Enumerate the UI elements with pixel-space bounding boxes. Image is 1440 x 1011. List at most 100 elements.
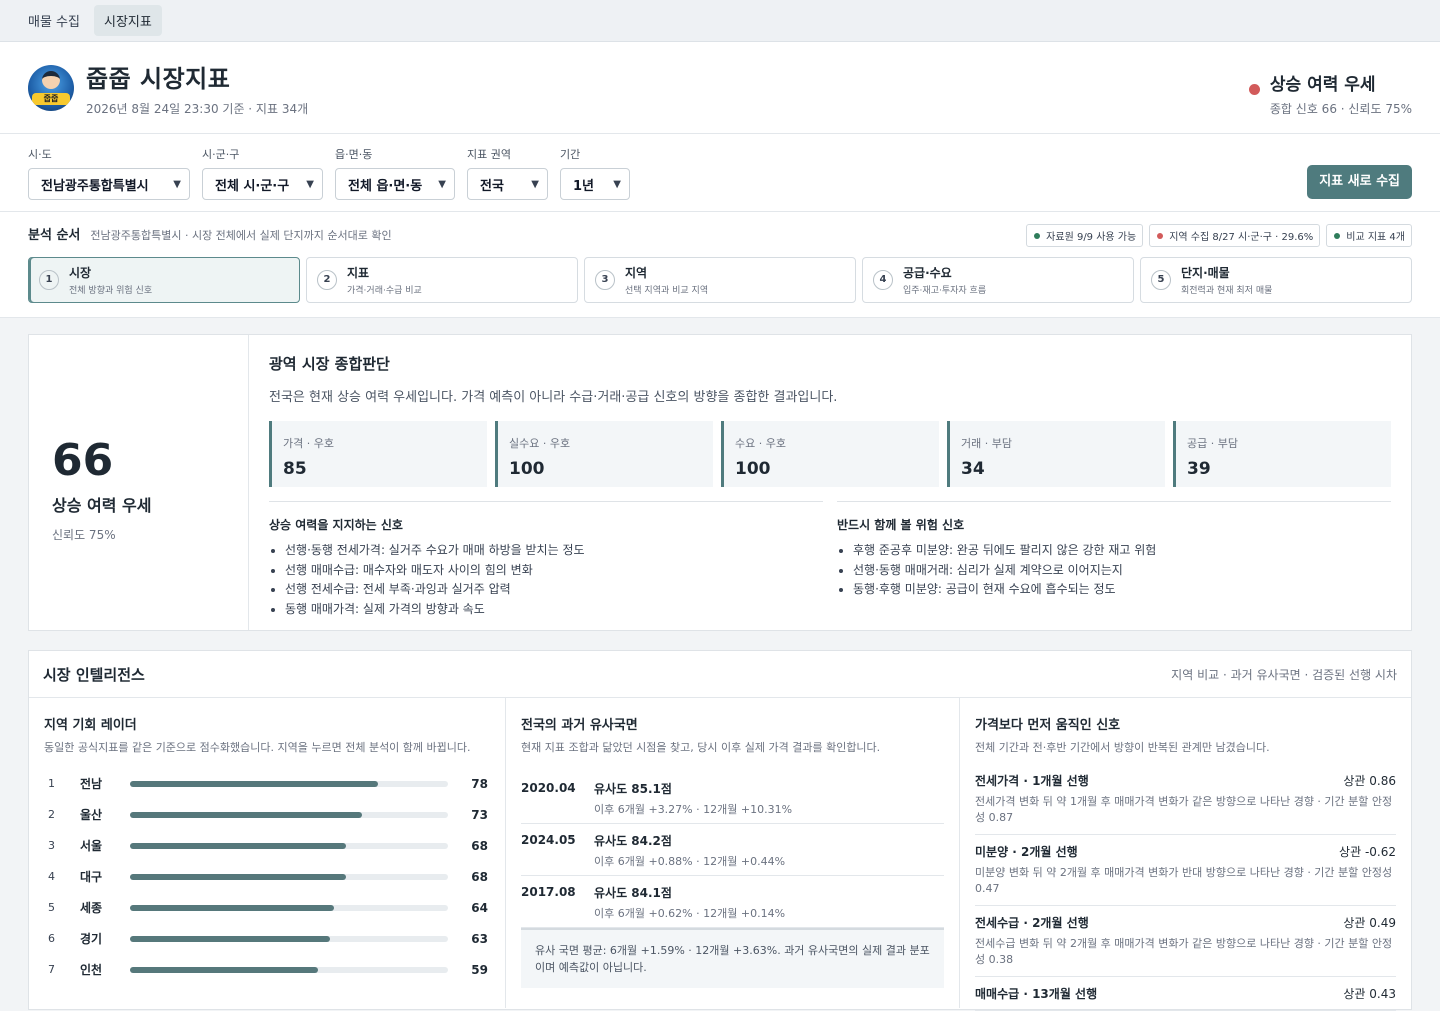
region-score: 68 xyxy=(471,869,488,884)
region-score-bar xyxy=(130,842,448,849)
status-dot-icon xyxy=(1157,232,1164,239)
step-title: 시장 xyxy=(69,266,92,280)
history-desc: 현재 지표 조합과 닮았던 시점을 찾고, 당시 이후 실제 가격 결과를 확인… xyxy=(521,741,881,754)
composite-confidence: 신뢰도 75% xyxy=(52,528,116,542)
status-badge: 지역 수집 8/27 시·군·구 · 29.6% xyxy=(1149,224,1321,247)
page-subtitle: 2026년 8월 24일 23:30 기준 · 지표 34개 xyxy=(86,101,309,116)
region-score-fill xyxy=(130,966,318,973)
logo-character xyxy=(42,70,60,89)
analysis-steps-section: 분석 순서 전남광주통합특별시 · 시장 전체에서 실제 단지까지 순서대로 확… xyxy=(0,212,1440,318)
scope-select[interactable]: 전국 ▼ xyxy=(467,168,548,200)
step-region[interactable]: 3 지역 선택 지역과 비교 지역 xyxy=(584,257,856,303)
step-supply-demand[interactable]: 4 공급·수요 입주·재고·투자자 흐름 xyxy=(862,257,1134,303)
region-radar-panel: 지역 기회 레이더 동일한 공식지표를 같은 기준으로 점수화했습니다. 지역을… xyxy=(29,698,506,1008)
sido-value: 전남광주통합특별시 xyxy=(41,178,149,194)
step-indicators[interactable]: 2 지표 가격·거래·수급 비교 xyxy=(306,257,578,303)
metric-label: 공급 · 부담 xyxy=(1187,437,1238,450)
list-item: 전세가격 · 1개월 선행 상관 0.86 전세가격 변화 뒤 약 1개월 후 매… xyxy=(975,772,1396,835)
step-complex-listing[interactable]: 5 단지·매물 회전력과 현재 최저 매물 xyxy=(1140,257,1412,303)
region-row[interactable]: 4 대구 68 xyxy=(44,861,490,892)
step-list: 1 시장 전체 방향과 위험 신호 2 지표 가격·거래·수급 비교 3 지역 선택 … xyxy=(28,257,1412,303)
status-dot-icon xyxy=(1334,232,1341,239)
metric-card-supply: 공급 · 부담 39 xyxy=(1173,421,1391,487)
region-row[interactable]: 7 인천 59 xyxy=(44,954,490,985)
result: 이후 6개월 +0.62% · 12개월 +0.14% xyxy=(594,907,786,920)
tab-listing-collect[interactable]: 매물 수집 xyxy=(18,5,90,36)
scope-label: 지표 권역 xyxy=(467,148,511,161)
support-signals-title: 상승 여력을 지지하는 신호 xyxy=(269,518,403,532)
region-score-bar xyxy=(130,966,448,973)
filter-bar: 시·도 전남광주통합특별시 ▼ 시·군·구 전체 시·군·구 ▼ 읍·면·동 전… xyxy=(0,134,1440,212)
region-score: 63 xyxy=(471,931,488,946)
metric-value: 100 xyxy=(735,459,771,479)
region-name: 대구 xyxy=(80,870,103,884)
lead-name: 미분양 · 2개월 선행 xyxy=(975,845,1078,859)
verdict-desc: 전국은 현재 상승 여력 우세입니다. 가격 예측이 아니라 수급·거래·공급 … xyxy=(269,390,838,405)
chevron-down-icon: ▼ xyxy=(306,178,314,190)
history-average-note: 유사 국면 평균: 6개월 +1.59% · 12개월 +3.63%. 과거 유… xyxy=(521,928,944,988)
sigungu-value: 전체 시·군·구 xyxy=(215,178,290,194)
metric-value: 34 xyxy=(961,459,985,479)
lead-detail: 전세가격 변화 뒤 약 1개월 후 매매가격 변화가 같은 방향으로 나타난 경… xyxy=(975,795,1393,824)
table-row[interactable]: 2024.05 유사도 84.2점 이후 6개월 +0.88% · 12개월 +0… xyxy=(521,824,944,876)
region-rank: 1 xyxy=(48,777,55,790)
sigungu-select[interactable]: 전체 시·군·구 ▼ xyxy=(202,168,323,200)
sido-select[interactable]: 전남광주통합특별시 ▼ xyxy=(28,168,190,200)
result: 이후 6개월 +0.88% · 12개월 +0.44% xyxy=(594,855,786,868)
list-item: 선행 매매수급: 매수자와 매도자 사이의 힘의 변화 xyxy=(285,561,823,581)
step-desc: 입주·재고·투자자 흐름 xyxy=(903,286,987,296)
chevron-down-icon: ▼ xyxy=(173,178,181,190)
dong-value: 전체 읍·면·동 xyxy=(348,178,423,194)
period-label: 2020.04 xyxy=(521,781,576,795)
region-rank: 5 xyxy=(48,901,55,914)
table-row[interactable]: 2020.04 유사도 85.1점이후 6개월 +3.27% · 12개월 +1… xyxy=(521,772,944,824)
region-row[interactable]: 5 세종 64 xyxy=(44,892,490,923)
dong-select[interactable]: 전체 읍·면·동 ▼ xyxy=(335,168,455,200)
status-label: 상승 여력 우세 xyxy=(1269,75,1376,95)
region-name: 울산 xyxy=(80,808,103,822)
period-label: 2017.08 xyxy=(521,885,576,899)
period-label: 기간 xyxy=(560,148,581,161)
step-desc: 전체 방향과 위험 신호 xyxy=(69,286,153,296)
step-title: 지역 xyxy=(625,266,648,280)
status-dot-icon xyxy=(1248,84,1260,95)
region-score-bar xyxy=(130,904,448,911)
similarity: 유사도 85.1점 xyxy=(594,782,672,796)
lead-desc: 전체 기간과 전·후반 기간에서 방향이 반복된 관계만 남겼습니다. xyxy=(975,741,1270,754)
region-row[interactable]: 2 울산 73 xyxy=(44,799,490,830)
metric-cards: 가격 · 우호 85 실수요 · 우호 100 수요 · 우호 100 거래 · 부담… xyxy=(269,421,1391,487)
tab-market-indicators[interactable]: 시장지표 xyxy=(93,5,162,36)
similarity: 유사도 84.1점 xyxy=(594,886,672,900)
status-pills: 자료원 9/9 사용 가능 지역 수집 8/27 시·군·구 · 29.6% 비… xyxy=(1026,224,1412,247)
result: 이후 6개월 +3.27% · 12개월 +10.31% xyxy=(594,803,793,816)
logo-badge: 줍줍 xyxy=(32,92,70,105)
list-item: 미분양 · 2개월 선행 상관 -0.62 미분양 변화 뒤 약 2개월 후 매매… xyxy=(975,843,1396,906)
metric-label: 실수요 · 우호 xyxy=(509,437,571,450)
status-badge-text: 비교 지표 4개 xyxy=(1346,232,1405,243)
metric-card-price: 가격 · 우호 85 xyxy=(269,421,487,487)
region-score-fill xyxy=(130,811,363,818)
leading-signal-panel: 가격보다 먼저 움직인 신호 전체 기간과 전·후반 기간에서 방향이 반복된 … xyxy=(960,698,1411,1011)
lead-corr: 상관 0.86 xyxy=(1343,774,1396,788)
table-row[interactable]: 2017.08 유사도 84.1점이후 6개월 +0.62% · 12개월 +0… xyxy=(521,876,944,928)
region-row[interactable]: 6 경기 63 xyxy=(44,923,490,954)
chevron-down-icon: ▼ xyxy=(531,178,539,190)
verdict-title: 광역 시장 종합판단 xyxy=(269,355,390,373)
metric-label: 거래 · 부담 xyxy=(961,437,1012,450)
region-row[interactable]: 1 전남 78 xyxy=(44,768,490,799)
chevron-down-icon: ▼ xyxy=(613,178,621,190)
region-radar-list: 1 전남 78 2 울산 73 3 서울 68 4 대구 68 5 세종 64 6 경기 63 7 인천 59 xyxy=(44,768,490,985)
market-status: 상승 여력 우세 종합 신호 66 · 신뢰도 75% xyxy=(1248,70,1412,117)
step-market[interactable]: 1 시장 전체 방향과 위험 신호 xyxy=(28,257,300,303)
history-title: 전국의 과거 유사국면 xyxy=(521,718,638,733)
period-select[interactable]: 1년 ▼ xyxy=(560,168,630,200)
list-item: 선행 전세수급: 전세 부족·과잉과 실거주 압력 xyxy=(285,580,823,600)
region-row[interactable]: 3 서울 68 xyxy=(44,830,490,861)
scope-value: 전국 xyxy=(480,178,504,194)
step-title: 지표 xyxy=(347,266,370,280)
refresh-indicators-button[interactable]: 지표 새로 수집 xyxy=(1307,165,1412,199)
list-item: 동행·후행 미분양: 공급이 현재 수요에 흡수되는 정도 xyxy=(853,580,1391,600)
region-score: 68 xyxy=(471,838,488,853)
region-score: 78 xyxy=(471,776,488,791)
intel-meta: 지역 비교 · 과거 유사국면 · 검증된 선행 시차 xyxy=(1171,667,1397,682)
